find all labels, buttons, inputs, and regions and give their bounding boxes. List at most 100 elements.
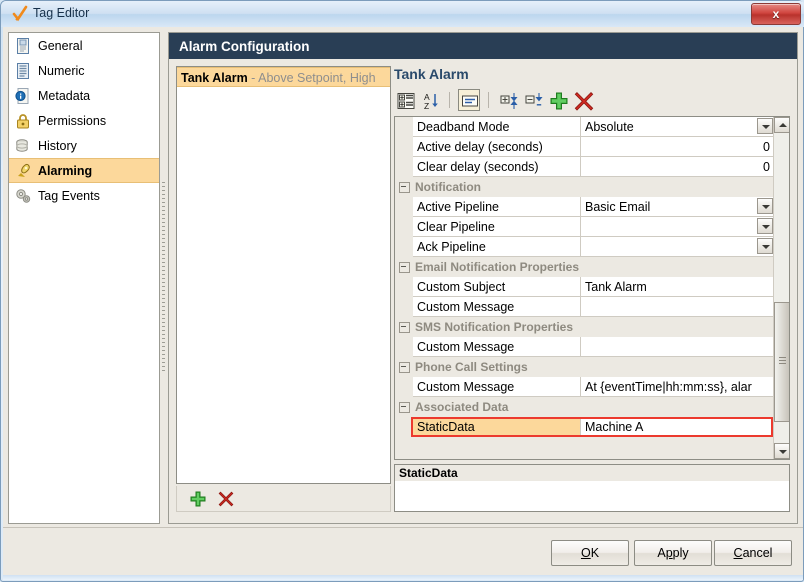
- panel-header-label: Alarm Configuration: [179, 39, 310, 54]
- property-category-header[interactable]: Notification: [395, 177, 775, 197]
- add-alarm-button[interactable]: [189, 490, 207, 508]
- property-category-label: Email Notification Properties: [415, 260, 579, 274]
- scrollbar-thumb[interactable]: [774, 302, 790, 422]
- sidebar-item-tag-events[interactable]: Tag Events: [9, 183, 159, 208]
- property-row[interactable]: Clear delay (seconds) 0: [395, 157, 775, 177]
- sidebar-splitter[interactable]: [160, 32, 167, 524]
- gears-events-icon: [14, 187, 32, 205]
- alarm-list-toolbar: [176, 486, 391, 512]
- property-value[interactable]: [581, 297, 775, 317]
- property-value[interactable]: [581, 237, 775, 257]
- title-bar[interactable]: Tag Editor x: [1, 1, 804, 27]
- sidebar-item-metadata[interactable]: Metadata: [9, 83, 159, 108]
- property-row[interactable]: Deadband Mode Absolute: [395, 117, 775, 137]
- property-category-label: Phone Call Settings: [415, 360, 528, 374]
- alarm-item-subtitle: - Above Setpoint, High: [248, 71, 376, 85]
- numeric-list-icon: [14, 62, 32, 80]
- property-value-text: Basic Email: [585, 200, 650, 214]
- property-description-pane: StaticData: [394, 464, 790, 512]
- alarm-list-item[interactable]: Tank Alarm - Above Setpoint, High: [177, 67, 390, 87]
- property-category-header[interactable]: Email Notification Properties: [395, 257, 775, 277]
- document-general-icon: [14, 37, 32, 55]
- scrollbar-grip-icon: [779, 357, 786, 366]
- ok-button[interactable]: OK: [551, 540, 629, 566]
- cancel-button[interactable]: Cancel: [714, 540, 792, 566]
- collapse-box-icon[interactable]: [399, 322, 410, 333]
- property-row[interactable]: Custom Message At {eventTime|hh:mm:ss}, …: [395, 377, 775, 397]
- property-grid-scrollbar[interactable]: [773, 117, 789, 459]
- collapse-box-icon[interactable]: [399, 182, 410, 193]
- property-name: Active Pipeline: [413, 197, 581, 217]
- property-category-header[interactable]: Phone Call Settings: [395, 357, 775, 377]
- panel-header: Alarm Configuration: [169, 33, 797, 59]
- alarm-list[interactable]: Tank Alarm - Above Setpoint, High: [176, 66, 391, 484]
- property-name: Custom Subject: [413, 277, 581, 297]
- property-category-label: SMS Notification Properties: [415, 320, 573, 334]
- splitter-grip-icon: [162, 182, 165, 372]
- toolbar-separator: [449, 92, 450, 108]
- sidebar-item-general[interactable]: General: [9, 33, 159, 58]
- sidebar-item-label: Numeric: [38, 64, 85, 78]
- property-category-header[interactable]: SMS Notification Properties: [395, 317, 775, 337]
- property-value[interactable]: Machine A: [581, 417, 775, 437]
- property-row[interactable]: Clear Pipeline: [395, 217, 775, 237]
- expand-all-button[interactable]: [497, 89, 519, 111]
- sidebar-item-numeric[interactable]: Numeric: [9, 58, 159, 83]
- collapse-box-icon[interactable]: [399, 362, 410, 373]
- property-name: Clear Pipeline: [413, 217, 581, 237]
- window-bottom-trim: [3, 575, 803, 580]
- dialog-client-area: General Numeric: [3, 27, 803, 579]
- property-row[interactable]: Custom Message: [395, 337, 775, 357]
- property-row[interactable]: Ack Pipeline: [395, 237, 775, 257]
- toolbar-separator: [488, 92, 489, 108]
- property-value[interactable]: Basic Email: [581, 197, 775, 217]
- sidebar-item-label: Metadata: [38, 89, 90, 103]
- collapse-all-button[interactable]: [522, 89, 544, 111]
- tag-editor-window: Tag Editor x General: [0, 0, 804, 582]
- property-category-header[interactable]: Associated Data: [395, 397, 775, 417]
- property-row[interactable]: Active Pipeline Basic Email: [395, 197, 775, 217]
- chevron-down-icon[interactable]: [757, 238, 773, 254]
- property-row[interactable]: Custom Message: [395, 297, 775, 317]
- scroll-down-button[interactable]: [774, 443, 790, 459]
- collapse-box-icon[interactable]: [399, 402, 410, 413]
- delete-alarm-button[interactable]: [217, 490, 235, 508]
- property-row[interactable]: Active delay (seconds) 0: [395, 137, 775, 157]
- chevron-down-icon[interactable]: [757, 198, 773, 214]
- apply-button[interactable]: Apply: [634, 540, 712, 566]
- sidebar-item-history[interactable]: History: [9, 133, 159, 158]
- chevron-down-icon[interactable]: [757, 218, 773, 234]
- property-value[interactable]: [581, 337, 775, 357]
- property-value[interactable]: Tank Alarm: [581, 277, 775, 297]
- property-value[interactable]: 0: [581, 137, 775, 157]
- property-name: Custom Message: [413, 377, 581, 397]
- sidebar-item-alarming[interactable]: Alarming: [9, 158, 159, 183]
- toggle-description-button[interactable]: [458, 89, 480, 111]
- property-value-text: 0: [763, 140, 770, 154]
- sidebar-item-label: Alarming: [38, 164, 92, 178]
- property-toolbar: A Z: [394, 88, 790, 112]
- property-editor-title: Tank Alarm: [394, 66, 469, 82]
- sidebar-item-permissions[interactable]: Permissions: [9, 108, 159, 133]
- collapse-box-icon[interactable]: [399, 262, 410, 273]
- property-value-text: 0: [763, 160, 770, 174]
- chevron-down-icon[interactable]: [757, 118, 773, 134]
- sidebar-item-label: Tag Events: [38, 189, 100, 203]
- property-name: StaticData: [413, 417, 581, 437]
- svg-text:Z: Z: [424, 101, 429, 111]
- property-value[interactable]: Absolute: [581, 117, 775, 137]
- property-value[interactable]: At {eventTime|hh:mm:ss}, alar: [581, 377, 775, 397]
- close-button[interactable]: x: [751, 3, 801, 25]
- category-sidebar[interactable]: General Numeric: [8, 32, 160, 524]
- categorized-view-button[interactable]: [394, 89, 416, 111]
- property-value-text: Absolute: [585, 120, 634, 134]
- alphabetic-sort-button[interactable]: A Z: [419, 89, 441, 111]
- property-value[interactable]: 0: [581, 157, 775, 177]
- remove-property-button[interactable]: [572, 89, 594, 111]
- property-row-selected[interactable]: StaticData Machine A: [395, 417, 775, 437]
- property-row[interactable]: Custom Subject Tank Alarm: [395, 277, 775, 297]
- add-property-button[interactable]: [547, 89, 569, 111]
- property-value[interactable]: [581, 217, 775, 237]
- scroll-up-button[interactable]: [774, 117, 790, 133]
- property-grid[interactable]: Deadband Mode Absolute: [394, 116, 790, 460]
